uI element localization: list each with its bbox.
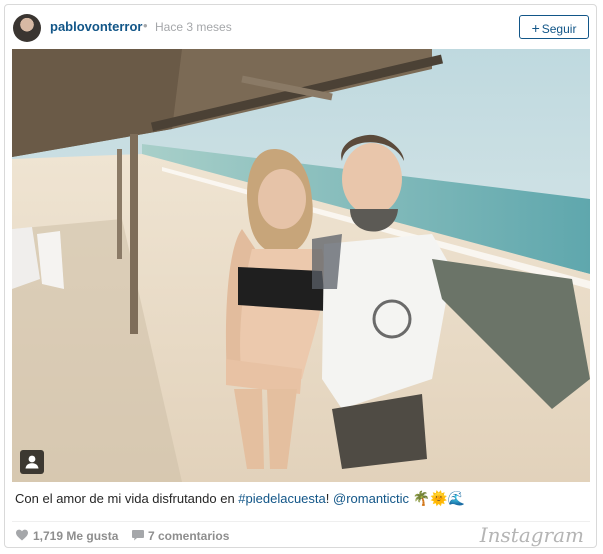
mention-link[interactable]: @romantictic <box>333 491 409 506</box>
post-footer: 1,719 Me gusta 7 comentarios Instagram <box>5 523 596 547</box>
user-tag-icon[interactable] <box>20 450 44 474</box>
footer-divider <box>12 521 590 522</box>
likes-count[interactable]: 1,719 Me gusta <box>33 529 118 543</box>
comments-count[interactable]: 7 comentarios <box>148 529 229 543</box>
caption-middle: ! <box>325 491 333 506</box>
hashtag-link[interactable]: #piedelacuesta <box>238 491 325 506</box>
plus-icon: + <box>531 20 540 36</box>
follow-button[interactable]: + Seguir <box>519 15 589 39</box>
follow-label: Seguir <box>541 22 577 36</box>
person-glyph <box>25 455 39 469</box>
post-time[interactable]: Hace 3 meses <box>155 20 232 34</box>
caption-text: Con el amor de mi vida disfrutando en <box>15 491 239 506</box>
heart-icon[interactable] <box>15 528 29 542</box>
username-link[interactable]: pablovonterror <box>50 19 142 34</box>
avatar[interactable] <box>13 14 41 42</box>
separator-dot: • <box>143 18 148 33</box>
post-header: pablovonterror • Hace 3 meses + Seguir <box>5 5 596 49</box>
post-photo[interactable] <box>12 49 590 482</box>
post-card: pablovonterror • Hace 3 meses + Seguir C… <box>4 4 597 548</box>
comment-bubble-icon[interactable] <box>131 528 145 542</box>
caption-emojis: 🌴🌞🌊 <box>412 491 465 507</box>
beach-selfie-photo <box>12 49 590 482</box>
post-caption: Con el amor de mi vida disfrutando en #p… <box>15 491 585 507</box>
instagram-logo[interactable]: Instagram <box>480 523 584 547</box>
